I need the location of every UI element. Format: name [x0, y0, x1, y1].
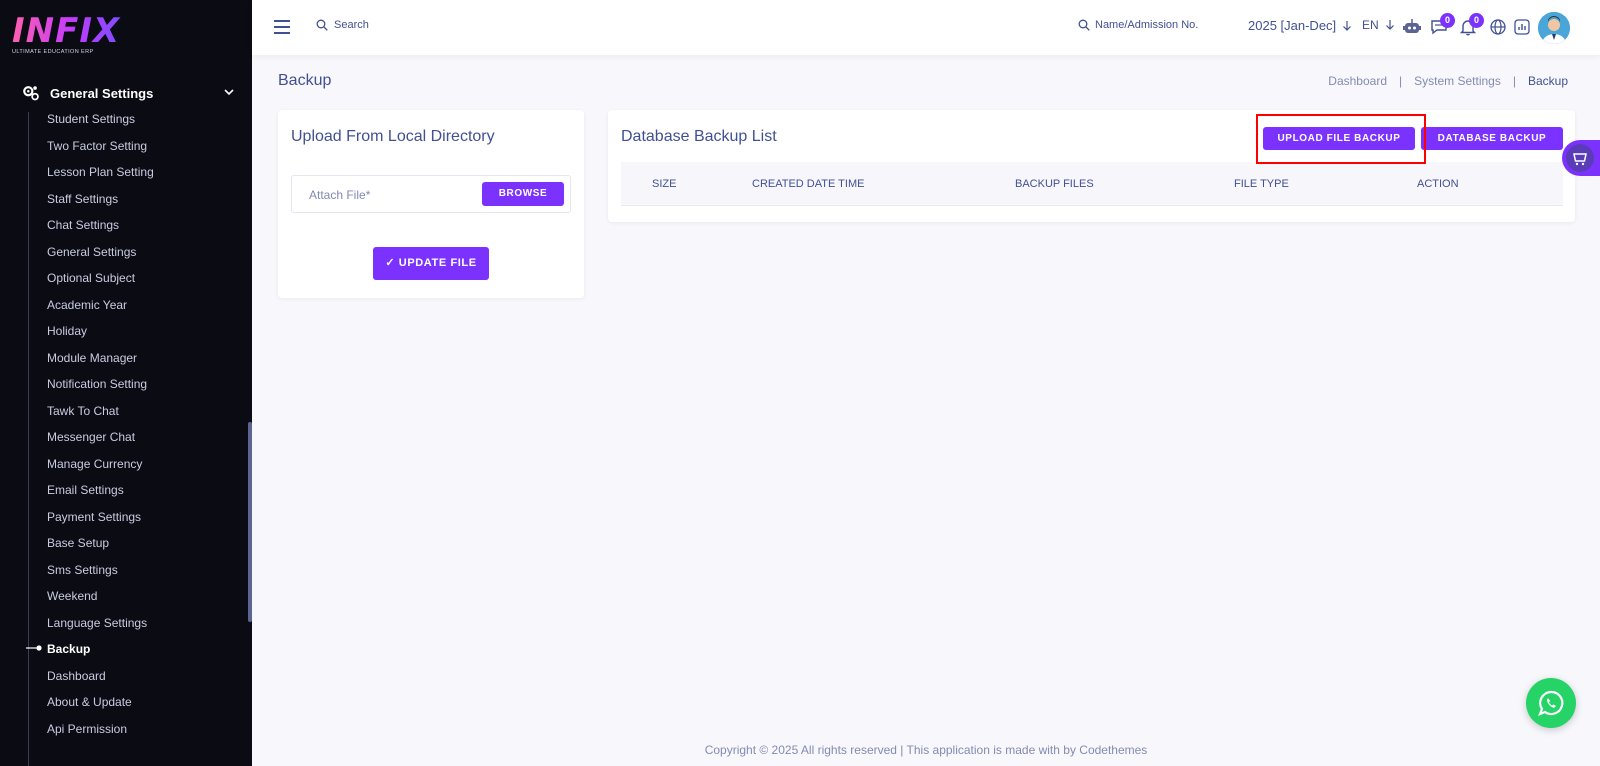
chevron-down-icon: [224, 89, 234, 96]
brand-name: INFIX: [12, 11, 121, 51]
breadcrumb-system-settings[interactable]: System Settings: [1414, 74, 1501, 88]
backup-list-card: Database Backup List UPLOAD FILE BACKUP …: [608, 110, 1575, 222]
cart-icon-holder: [1566, 144, 1594, 172]
chat-count-badge: 0: [1440, 13, 1455, 28]
gears-icon: [23, 86, 39, 101]
column-action[interactable]: ACTION: [1417, 178, 1459, 190]
breadcrumb-current: Backup: [1527, 74, 1568, 88]
sidebar-item-api-permission[interactable]: Api Permission: [47, 720, 154, 747]
arrow-down-icon: [1385, 20, 1394, 30]
footer-copyright: Copyright © 2025 All rights reserved | T…: [704, 743, 1148, 757]
column-size[interactable]: SIZE: [652, 178, 676, 190]
user-avatar-icon: [1538, 12, 1570, 44]
breadcrumb-separator: |: [1512, 74, 1516, 88]
browse-button[interactable]: BROWSE: [482, 182, 564, 206]
whatsapp-button[interactable]: [1526, 678, 1576, 728]
sidebar-item-email-settings[interactable]: Email Settings: [47, 481, 154, 508]
active-indicator-icon: [26, 645, 42, 651]
hamburger-menu-icon[interactable]: [274, 20, 290, 34]
globe-icon[interactable]: [1488, 17, 1508, 37]
sidebar-item-student-settings[interactable]: Student Settings: [47, 110, 154, 137]
breadcrumb: Dashboard | System Settings | Backup: [1328, 74, 1568, 88]
sidebar-section-general-settings[interactable]: General Settings: [22, 82, 236, 104]
sidebar-scrollbar[interactable]: [248, 422, 252, 622]
sidebar-item-weekend[interactable]: Weekend: [47, 587, 154, 614]
language-value: EN: [1362, 18, 1379, 32]
top-header: Search Name/Admission No. 2025 [Jan-Dec]…: [252, 0, 1600, 55]
sidebar-item-payment-settings[interactable]: Payment Settings: [47, 508, 154, 535]
user-avatar[interactable]: [1538, 12, 1570, 44]
whatsapp-icon: [1538, 690, 1564, 716]
search-label: Search: [334, 19, 369, 31]
tree-line: [28, 112, 29, 766]
sidebar-item-manage-currency[interactable]: Manage Currency: [47, 455, 154, 482]
arrow-down-icon: [1343, 20, 1352, 31]
sidebar-item-about-update[interactable]: About & Update: [47, 693, 154, 720]
page-title: Backup: [278, 72, 332, 89]
language-select[interactable]: EN: [1362, 18, 1395, 32]
floating-cart-button[interactable]: [1562, 140, 1600, 176]
backup-list-title: Database Backup List: [621, 128, 777, 145]
column-file-type[interactable]: FILE TYPE: [1234, 178, 1289, 190]
academic-year-value: 2025 [Jan-Dec]: [1248, 18, 1337, 33]
search-icon: [316, 19, 328, 31]
search-icon: [1078, 19, 1090, 31]
sidebar-item-messenger-chat[interactable]: Messenger Chat: [47, 428, 154, 455]
sidebar-item-tawk-to-chat[interactable]: Tawk To Chat: [47, 402, 154, 429]
upload-card: Upload From Local Directory Attach File*…: [278, 110, 584, 298]
highlight-box: [1256, 114, 1426, 164]
attach-file-placeholder: Attach File*: [309, 188, 371, 202]
sidebar: INFIX ULTIMATE EDUCATION ERP General Set…: [0, 0, 252, 766]
sidebar-item-module-manager[interactable]: Module Manager: [47, 349, 154, 376]
attach-file-field[interactable]: Attach File* BROWSE: [291, 175, 571, 213]
breadcrumb-separator: |: [1399, 74, 1403, 88]
sidebar-item-chat-settings[interactable]: Chat Settings: [47, 216, 154, 243]
sidebar-item-base-setup[interactable]: Base Setup: [47, 534, 154, 561]
backup-table-header: SIZE CREATED DATE TIME BACKUP FILES FILE…: [621, 162, 1563, 206]
sidebar-item-dashboard[interactable]: Dashboard: [47, 667, 154, 694]
sidebar-section-label: General Settings: [50, 85, 154, 101]
student-search-label: Name/Admission No.: [1095, 19, 1199, 31]
sidebar-item-backup[interactable]: Backup: [47, 640, 154, 667]
brand-logo[interactable]: INFIX ULTIMATE EDUCATION ERP: [12, 14, 122, 60]
sidebar-menu: Student Settings Two Factor Setting Less…: [47, 110, 154, 746]
update-file-button[interactable]: ✓ UPDATE FILE: [373, 247, 489, 280]
sidebar-item-general-settings[interactable]: General Settings: [47, 243, 154, 270]
upload-card-title: Upload From Local Directory: [291, 128, 495, 145]
sidebar-item-staff-settings[interactable]: Staff Settings: [47, 190, 154, 217]
analytics-icon[interactable]: [1512, 17, 1532, 37]
sidebar-item-notification-setting[interactable]: Notification Setting: [47, 375, 154, 402]
column-created-date-time[interactable]: CREATED DATE TIME: [752, 178, 864, 190]
database-backup-button[interactable]: DATABASE BACKUP: [1421, 127, 1563, 150]
cart-icon: [1573, 153, 1587, 166]
notification-count-badge: 0: [1469, 13, 1484, 28]
column-backup-files[interactable]: BACKUP FILES: [1015, 178, 1094, 190]
sidebar-item-lesson-plan-setting[interactable]: Lesson Plan Setting: [47, 163, 154, 190]
sidebar-item-two-factor-setting[interactable]: Two Factor Setting: [47, 137, 154, 164]
sidebar-item-sms-settings[interactable]: Sms Settings: [47, 561, 154, 588]
sidebar-item-optional-subject[interactable]: Optional Subject: [47, 269, 154, 296]
breadcrumb-dashboard[interactable]: Dashboard: [1328, 74, 1387, 88]
student-search[interactable]: Name/Admission No.: [1078, 19, 1198, 31]
academic-year-select[interactable]: 2025 [Jan-Dec]: [1248, 18, 1352, 33]
global-search[interactable]: Search: [316, 19, 369, 31]
sidebar-item-language-settings[interactable]: Language Settings: [47, 614, 154, 641]
robot-icon[interactable]: [1402, 17, 1422, 37]
sidebar-item-holiday[interactable]: Holiday: [47, 322, 154, 349]
sidebar-item-academic-year[interactable]: Academic Year: [47, 296, 154, 323]
